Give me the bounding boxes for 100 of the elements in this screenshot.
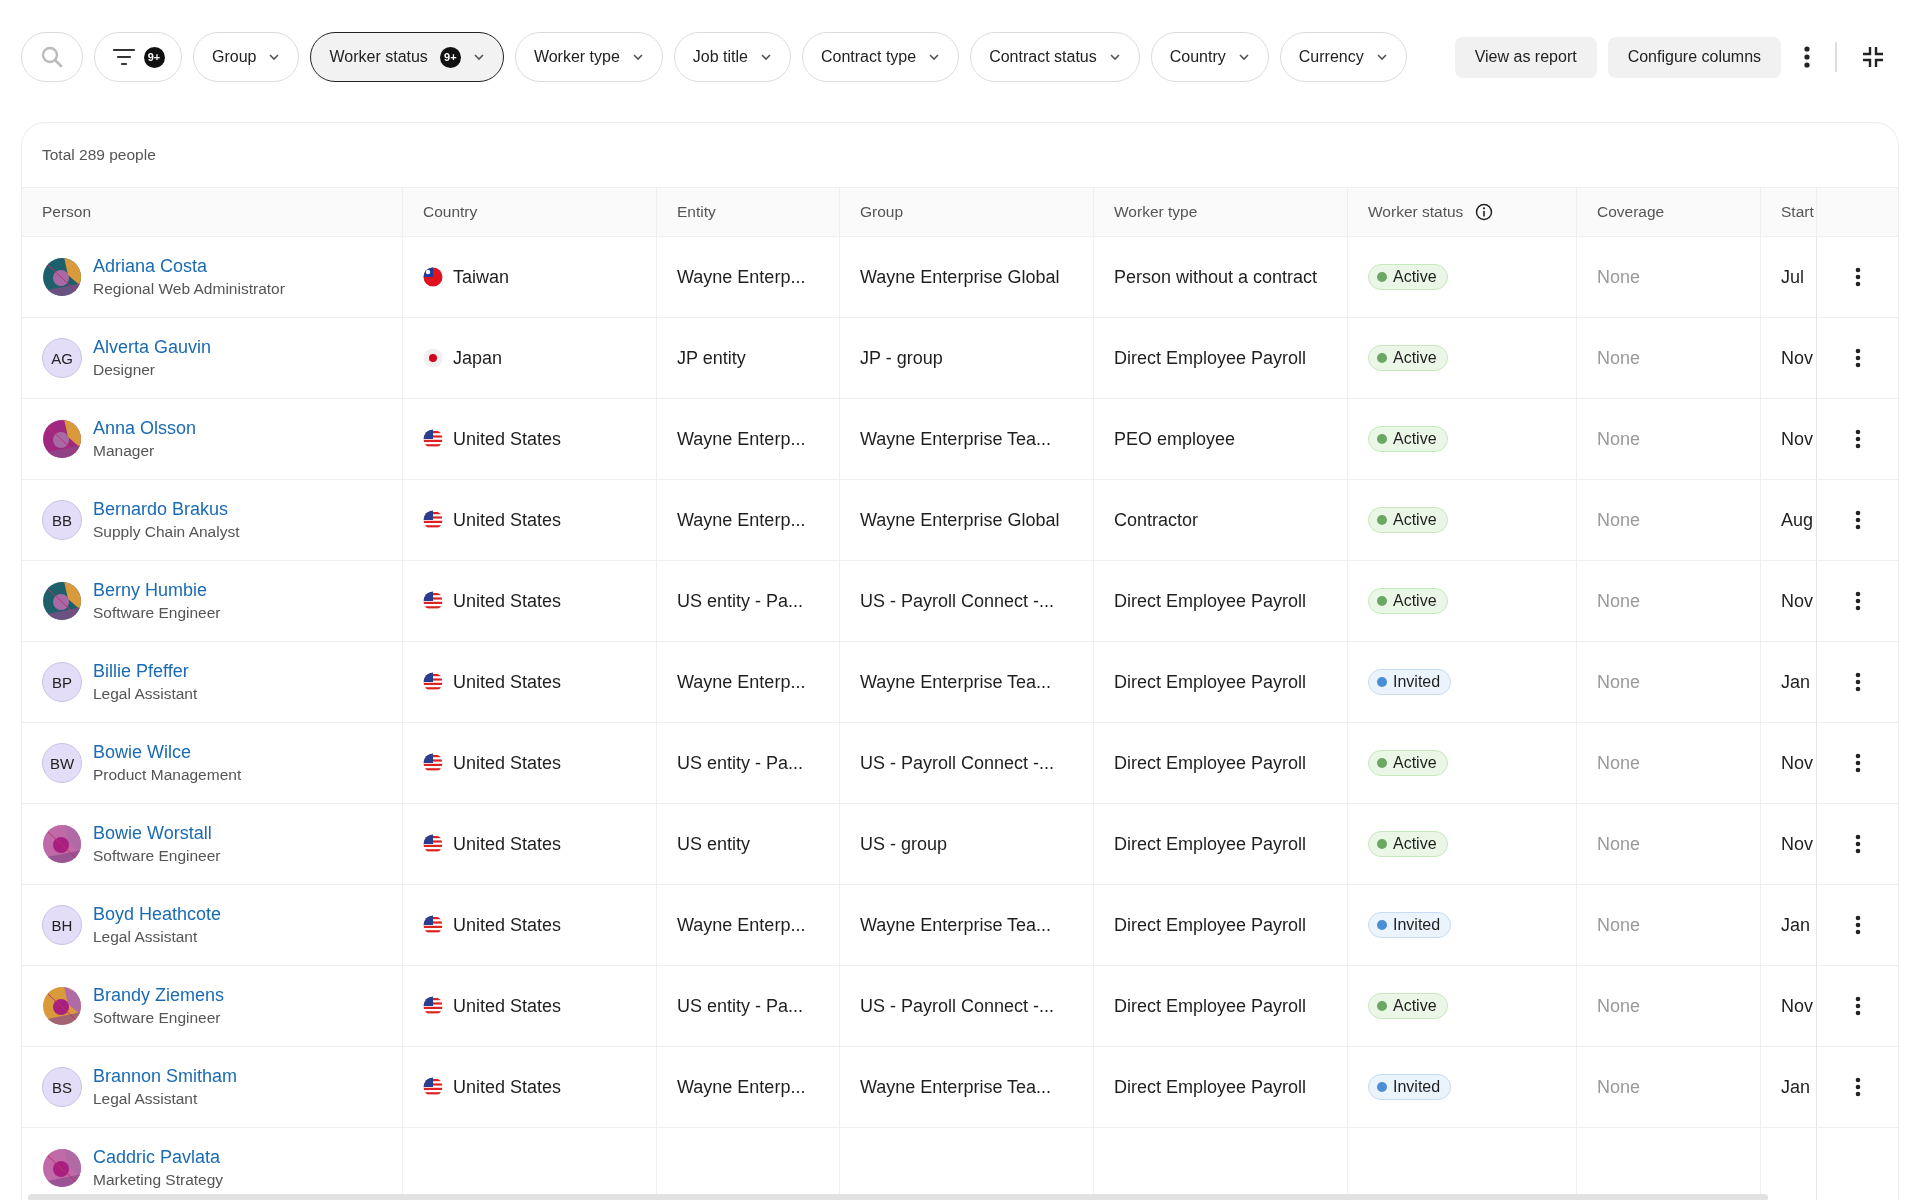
chevron-down-icon	[928, 53, 941, 61]
person-name-link[interactable]: Boyd Heathcote	[93, 904, 222, 925]
person-name-link[interactable]: Caddric Pavlata	[93, 1147, 224, 1168]
filter-chip[interactable]: Worker type	[514, 32, 663, 82]
filter-chip[interactable]: Contract type	[801, 32, 960, 82]
avatar-initials: BP	[42, 662, 82, 702]
table-cell: Wayne Enterprise Global	[840, 480, 1094, 561]
filter-chip[interactable]: Country	[1150, 32, 1269, 82]
person-name-link[interactable]: Bowie Worstall	[93, 823, 221, 844]
table-cell: Wayne Enterp...	[657, 399, 840, 480]
table-cell: Wayne Enterprise Tea...	[840, 399, 1094, 480]
avatar-initials: BW	[42, 743, 82, 783]
table-cell: Wayne Enterp...	[657, 237, 840, 318]
chevron-down-icon	[1108, 53, 1121, 61]
chevron-down-icon	[472, 53, 485, 61]
column-title: Worker status	[1368, 203, 1464, 221]
table-cell: Direct Employee Payroll	[1094, 723, 1348, 804]
table-cell: Wayne Enterprise Tea...	[840, 1047, 1094, 1128]
job-title: Product Management	[93, 766, 242, 784]
filter-chip[interactable]: Group	[193, 32, 300, 82]
status-badge: Active	[1368, 993, 1448, 1019]
status-badge: Active	[1368, 345, 1448, 371]
search-icon	[40, 45, 64, 69]
flag-icon	[423, 429, 443, 449]
person-name-link[interactable]: Anna Olsson	[93, 418, 197, 439]
table-cell: JP - group	[840, 318, 1094, 399]
table-cell: None	[1577, 237, 1761, 318]
kebab-icon	[1854, 753, 1861, 773]
info-icon	[1475, 203, 1494, 221]
column-title: Person	[42, 203, 92, 221]
country-name: United States	[453, 1076, 562, 1098]
chevron-down-icon	[759, 53, 772, 61]
person-name-link[interactable]: Brandy Ziemens	[93, 985, 225, 1006]
table-cell: None	[1577, 966, 1761, 1047]
kebab-icon	[1854, 1077, 1861, 1097]
chip-label: Worker status	[329, 48, 428, 66]
job-title: Software Engineer	[93, 604, 221, 622]
kebab-icon	[1804, 46, 1811, 68]
horizontal-scrollbar[interactable]	[28, 1194, 1768, 1200]
flag-icon	[423, 1077, 443, 1097]
person-name-link[interactable]: Alverta Gauvin	[93, 337, 212, 358]
table-cell: None	[1577, 561, 1761, 642]
table-cell: Direct Employee Payroll	[1094, 1047, 1348, 1128]
person-name-link[interactable]: Billie Pfeffer	[93, 661, 198, 682]
table-cell: None	[1577, 1047, 1761, 1128]
kebab-icon	[1854, 267, 1861, 287]
chevron-down-icon	[1375, 53, 1388, 61]
person-name-link[interactable]: Brannon Smitham	[93, 1066, 238, 1087]
filter-count-badge: 9+	[439, 46, 461, 68]
person-name-link[interactable]: Adriana Costa	[93, 256, 285, 277]
table-cell: Wayne Enterp...	[657, 885, 840, 966]
filter-icon	[111, 47, 136, 67]
column-title: Country	[423, 203, 478, 221]
table-cell: Jan	[1761, 1047, 1817, 1128]
table-cell: US entity - Pa...	[657, 561, 840, 642]
chip-label: Contract status	[989, 48, 1097, 66]
filter-chip[interactable]: Contract status	[970, 32, 1140, 82]
job-title: Regional Web Administrator	[93, 280, 285, 298]
job-title: Legal Assistant	[93, 685, 198, 703]
person-name-link[interactable]: Berny Humbie	[93, 580, 221, 601]
person-name-link[interactable]: Bowie Wilce	[93, 742, 242, 763]
filter-chip[interactable]: Worker status 9+	[310, 32, 504, 82]
table-cell: Nov	[1761, 561, 1817, 642]
table-cell: US entity	[657, 804, 840, 885]
person-name-link[interactable]: Bernardo Brakus	[93, 499, 240, 520]
country-name: United States	[453, 509, 562, 531]
status-badge: Invited	[1368, 1074, 1452, 1100]
kebab-icon	[1854, 429, 1861, 449]
column-title: Start	[1781, 203, 1814, 221]
table-cell: None	[1577, 804, 1761, 885]
kebab-icon	[1854, 510, 1861, 530]
kebab-icon	[1854, 996, 1861, 1016]
table-cell: Wayne Enterp...	[657, 480, 840, 561]
table-cell: Jan	[1761, 642, 1817, 723]
filter-chip[interactable]: Currency	[1279, 32, 1407, 82]
flag-icon	[423, 348, 443, 368]
table-cell: Jul	[1761, 237, 1817, 318]
country-name: United States	[453, 914, 562, 936]
filter-chip[interactable]: Job title	[673, 32, 791, 82]
table-cell: Direct Employee Payroll	[1094, 804, 1348, 885]
toolbar-button[interactable]: View as report	[1454, 36, 1597, 78]
chip-label: Country	[1169, 48, 1226, 66]
table-cell: Direct Employee Payroll	[1094, 561, 1348, 642]
table-cell: Wayne Enterp...	[657, 642, 840, 723]
table-cell: Direct Employee Payroll	[1094, 318, 1348, 399]
status-badge: Active	[1368, 507, 1448, 533]
chip-label: Group	[212, 48, 257, 66]
table-cell: None	[1577, 642, 1761, 723]
status-badge: Active	[1368, 831, 1448, 857]
total-count: Total 289 people	[41, 145, 157, 165]
avatar-initials: BB	[42, 500, 82, 540]
table-cell: Nov	[1761, 318, 1817, 399]
table-cell: Nov	[1761, 399, 1817, 480]
toolbar-button[interactable]: Configure columns	[1607, 36, 1782, 78]
table-cell: Nov	[1761, 723, 1817, 804]
country-name: United States	[453, 590, 562, 612]
flag-icon	[423, 753, 443, 773]
status-badge: Active	[1368, 264, 1448, 290]
filter-button[interactable]: 9+	[94, 32, 182, 82]
chevron-down-icon	[268, 53, 281, 61]
